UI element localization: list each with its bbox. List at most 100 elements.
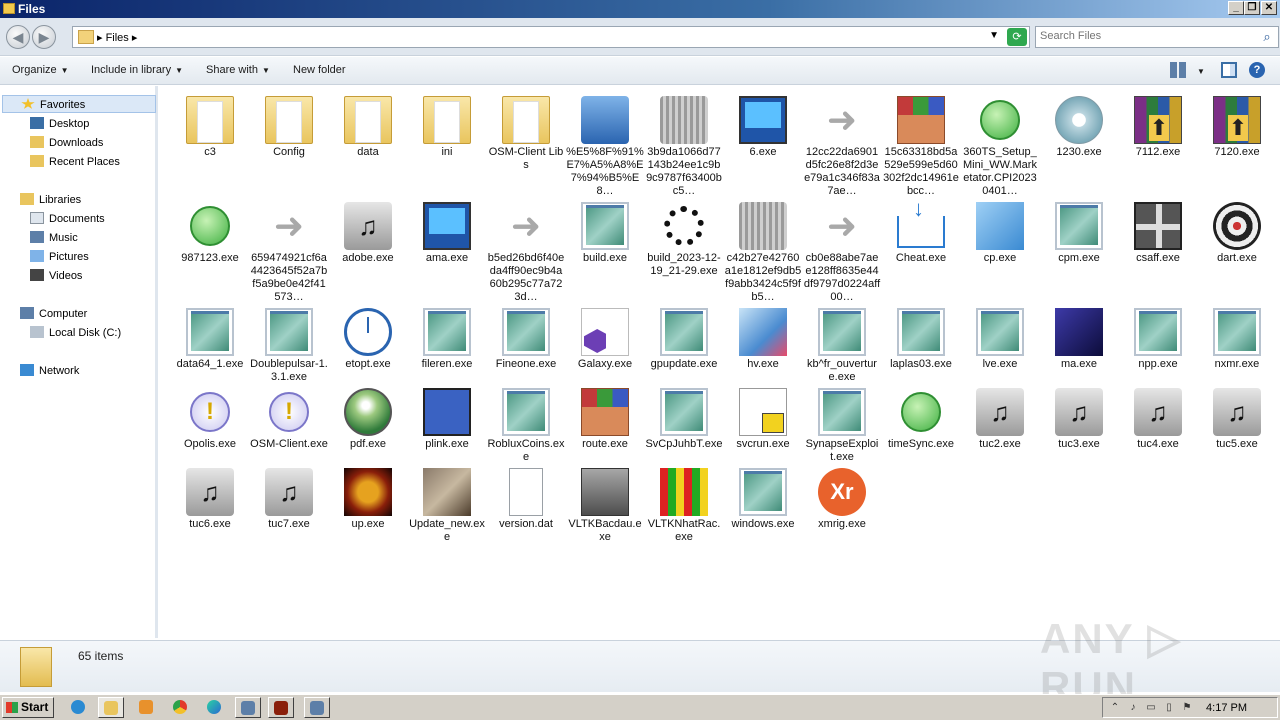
- organize-button[interactable]: Organize ▼: [12, 64, 69, 76]
- file-item[interactable]: ➜ 12cc22da6901d5fc26e8f2d3ee79a1c346f83a7…: [803, 90, 881, 200]
- file-item[interactable]: OSM-Client Libs: [487, 90, 565, 200]
- include-in-library-button[interactable]: Include in library ▼: [91, 64, 183, 76]
- nav-desktop-label: Desktop: [49, 118, 90, 130]
- file-item[interactable]: 7112.exe: [1119, 90, 1197, 200]
- file-item[interactable]: 7120.exe: [1198, 90, 1276, 200]
- chevron-up-icon[interactable]: ⌃: [1109, 702, 1121, 714]
- taskbar-ie-button[interactable]: [66, 697, 92, 718]
- file-item-label: 659474921cf6a4423645f52a7bf5a9be0e42f415…: [250, 252, 328, 303]
- file-item[interactable]: cpm.exe: [1040, 196, 1118, 306]
- nav-downloads[interactable]: Downloads: [30, 134, 103, 152]
- file-item[interactable]: 6.exe: [724, 90, 802, 200]
- nav-libraries[interactable]: Libraries: [20, 191, 81, 209]
- file-item[interactable]: ♫ tuc4.exe: [1119, 382, 1197, 492]
- network-icon[interactable]: ▭: [1145, 702, 1157, 714]
- breadcrumb[interactable]: ▸ Files ▸: [97, 31, 137, 44]
- file-item[interactable]: 1230.exe: [1040, 90, 1118, 200]
- nav-documents[interactable]: Documents: [30, 210, 105, 228]
- search-input[interactable]: [1040, 30, 1250, 42]
- file-item[interactable]: build.exe: [566, 196, 644, 306]
- close-button[interactable]: ✕: [1261, 1, 1277, 15]
- minimize-button[interactable]: _: [1228, 1, 1244, 15]
- nav-computer[interactable]: Computer: [20, 305, 87, 323]
- taskbar-app-button[interactable]: [268, 697, 294, 718]
- file-item[interactable]: ➜ b5ed26bd6f40eda4ff90ec9b4a60b295c77a723…: [487, 196, 565, 306]
- chevron-down-icon[interactable]: ▼: [989, 30, 999, 41]
- nav-recent-places[interactable]: Recent Places: [30, 153, 120, 171]
- file-item[interactable]: version.dat: [487, 462, 565, 572]
- file-item-label: build_2023-12-19_21-29.exe: [647, 252, 721, 277]
- taskbar-app-button[interactable]: [235, 697, 261, 718]
- file-item[interactable]: 15c63318bd5a529e599e5d60302f2dc14961ebcc…: [882, 90, 960, 200]
- file-item[interactable]: VLTKNhatRac.exe: [645, 462, 723, 572]
- file-item[interactable]: ➜ 659474921cf6a4423645f52a7bf5a9be0e42f41…: [250, 196, 328, 306]
- file-item[interactable]: ♫ adobe.exe: [329, 196, 407, 306]
- file-item[interactable]: ♫ tuc3.exe: [1040, 382, 1118, 492]
- nav-music[interactable]: Music: [30, 229, 78, 247]
- file-item[interactable]: ama.exe: [408, 196, 486, 306]
- file-item[interactable]: 987123.exe: [171, 196, 249, 306]
- nav-favorites[interactable]: Favorites: [2, 95, 156, 113]
- nav-pictures[interactable]: Pictures: [30, 248, 89, 266]
- nav-local-disk[interactable]: Local Disk (C:): [30, 324, 121, 342]
- battery-icon[interactable]: ▯: [1163, 702, 1175, 714]
- file-item[interactable]: VLTKBacdau.exe: [566, 462, 644, 572]
- file-item[interactable]: c3: [171, 90, 249, 200]
- file-item[interactable]: Update_new.exe: [408, 462, 486, 572]
- taskbar-media-button[interactable]: [134, 697, 160, 718]
- file-item[interactable]: up.exe: [329, 462, 407, 572]
- taskbar-edge-button[interactable]: [202, 697, 228, 718]
- breadcrumb-files[interactable]: Files: [106, 32, 129, 44]
- taskbar-explorer-button[interactable]: [98, 697, 124, 718]
- nav-libraries-label: Libraries: [39, 194, 82, 206]
- file-item[interactable]: ♫ tuc6.exe: [171, 462, 249, 572]
- taskbar-chrome-button[interactable]: [168, 697, 194, 718]
- file-item[interactable]: c42b27e42760a1e1812ef9db5f9abb3424c5f9fb…: [724, 196, 802, 306]
- file-item[interactable]: ini: [408, 90, 486, 200]
- file-item[interactable]: 3b9da1066d77143b24ee1c9b9c9787f63400bc5…: [645, 90, 723, 200]
- file-item[interactable]: ➜ cb0e88abe7aee128ff8635e44df9797d0224aff…: [803, 196, 881, 306]
- file-item[interactable]: windows.exe: [724, 462, 802, 572]
- speaker-icon[interactable]: ♪: [1127, 702, 1139, 714]
- star-icon: [21, 98, 35, 109]
- back-button[interactable]: ◀: [6, 25, 30, 49]
- preview-pane-icon[interactable]: [1221, 62, 1237, 78]
- explorer-icon: [104, 701, 118, 715]
- file-item[interactable]: Xr xmrig.exe: [803, 462, 881, 572]
- nav-computer-label: Computer: [39, 308, 88, 320]
- file-item[interactable]: cp.exe: [961, 196, 1039, 306]
- nav-network[interactable]: Network: [20, 362, 79, 380]
- share-with-button[interactable]: Share with ▼: [206, 64, 270, 76]
- view-options-icon[interactable]: [1170, 62, 1186, 78]
- maximize-button[interactable]: ❐: [1244, 1, 1260, 15]
- nav-desktop[interactable]: Desktop: [30, 115, 89, 133]
- winrar-box-icon: [897, 96, 945, 144]
- refresh-icon[interactable]: ⟳: [1007, 28, 1027, 46]
- file-item[interactable]: ♫ tuc5.exe: [1198, 382, 1276, 492]
- file-item[interactable]: build_2023-12-19_21-29.exe: [645, 196, 723, 306]
- file-item-label: windows.exe: [731, 518, 795, 530]
- start-button[interactable]: Start: [2, 697, 54, 718]
- search-box[interactable]: ⌕: [1035, 26, 1279, 48]
- file-item[interactable]: ♫ tuc7.exe: [250, 462, 328, 572]
- file-item[interactable]: dart.exe: [1198, 196, 1276, 306]
- file-item[interactable]: ♫ tuc2.exe: [961, 382, 1039, 492]
- file-item[interactable]: timeSync.exe: [882, 382, 960, 492]
- file-item[interactable]: Config: [250, 90, 328, 200]
- file-item[interactable]: %E5%8F%91%E7%A5%A8%E7%94%B5%E8…: [566, 90, 644, 200]
- flag-icon[interactable]: ⚑: [1181, 702, 1193, 714]
- file-item-label: tuc7.exe: [268, 518, 310, 530]
- file-item[interactable]: Cheat.exe: [882, 196, 960, 306]
- search-icon[interactable]: ⌕: [1258, 28, 1276, 46]
- file-item[interactable]: data: [329, 90, 407, 200]
- new-folder-button[interactable]: New folder: [293, 64, 346, 76]
- file-item[interactable]: 360TS_Setup_Mini_WW.Marketator.CPI202304…: [961, 90, 1039, 200]
- file-item[interactable]: csaff.exe: [1119, 196, 1197, 306]
- address-bar[interactable]: ▸ Files ▸ ▼ ⟳: [72, 26, 1030, 48]
- help-icon[interactable]: ?: [1249, 62, 1265, 78]
- taskbar-app-button[interactable]: [304, 697, 330, 718]
- chevron-down-icon[interactable]: ▼: [1197, 67, 1205, 76]
- nav-videos-label: Videos: [49, 270, 83, 282]
- forward-button[interactable]: ▶: [32, 25, 56, 49]
- nav-videos[interactable]: Videos: [30, 267, 82, 285]
